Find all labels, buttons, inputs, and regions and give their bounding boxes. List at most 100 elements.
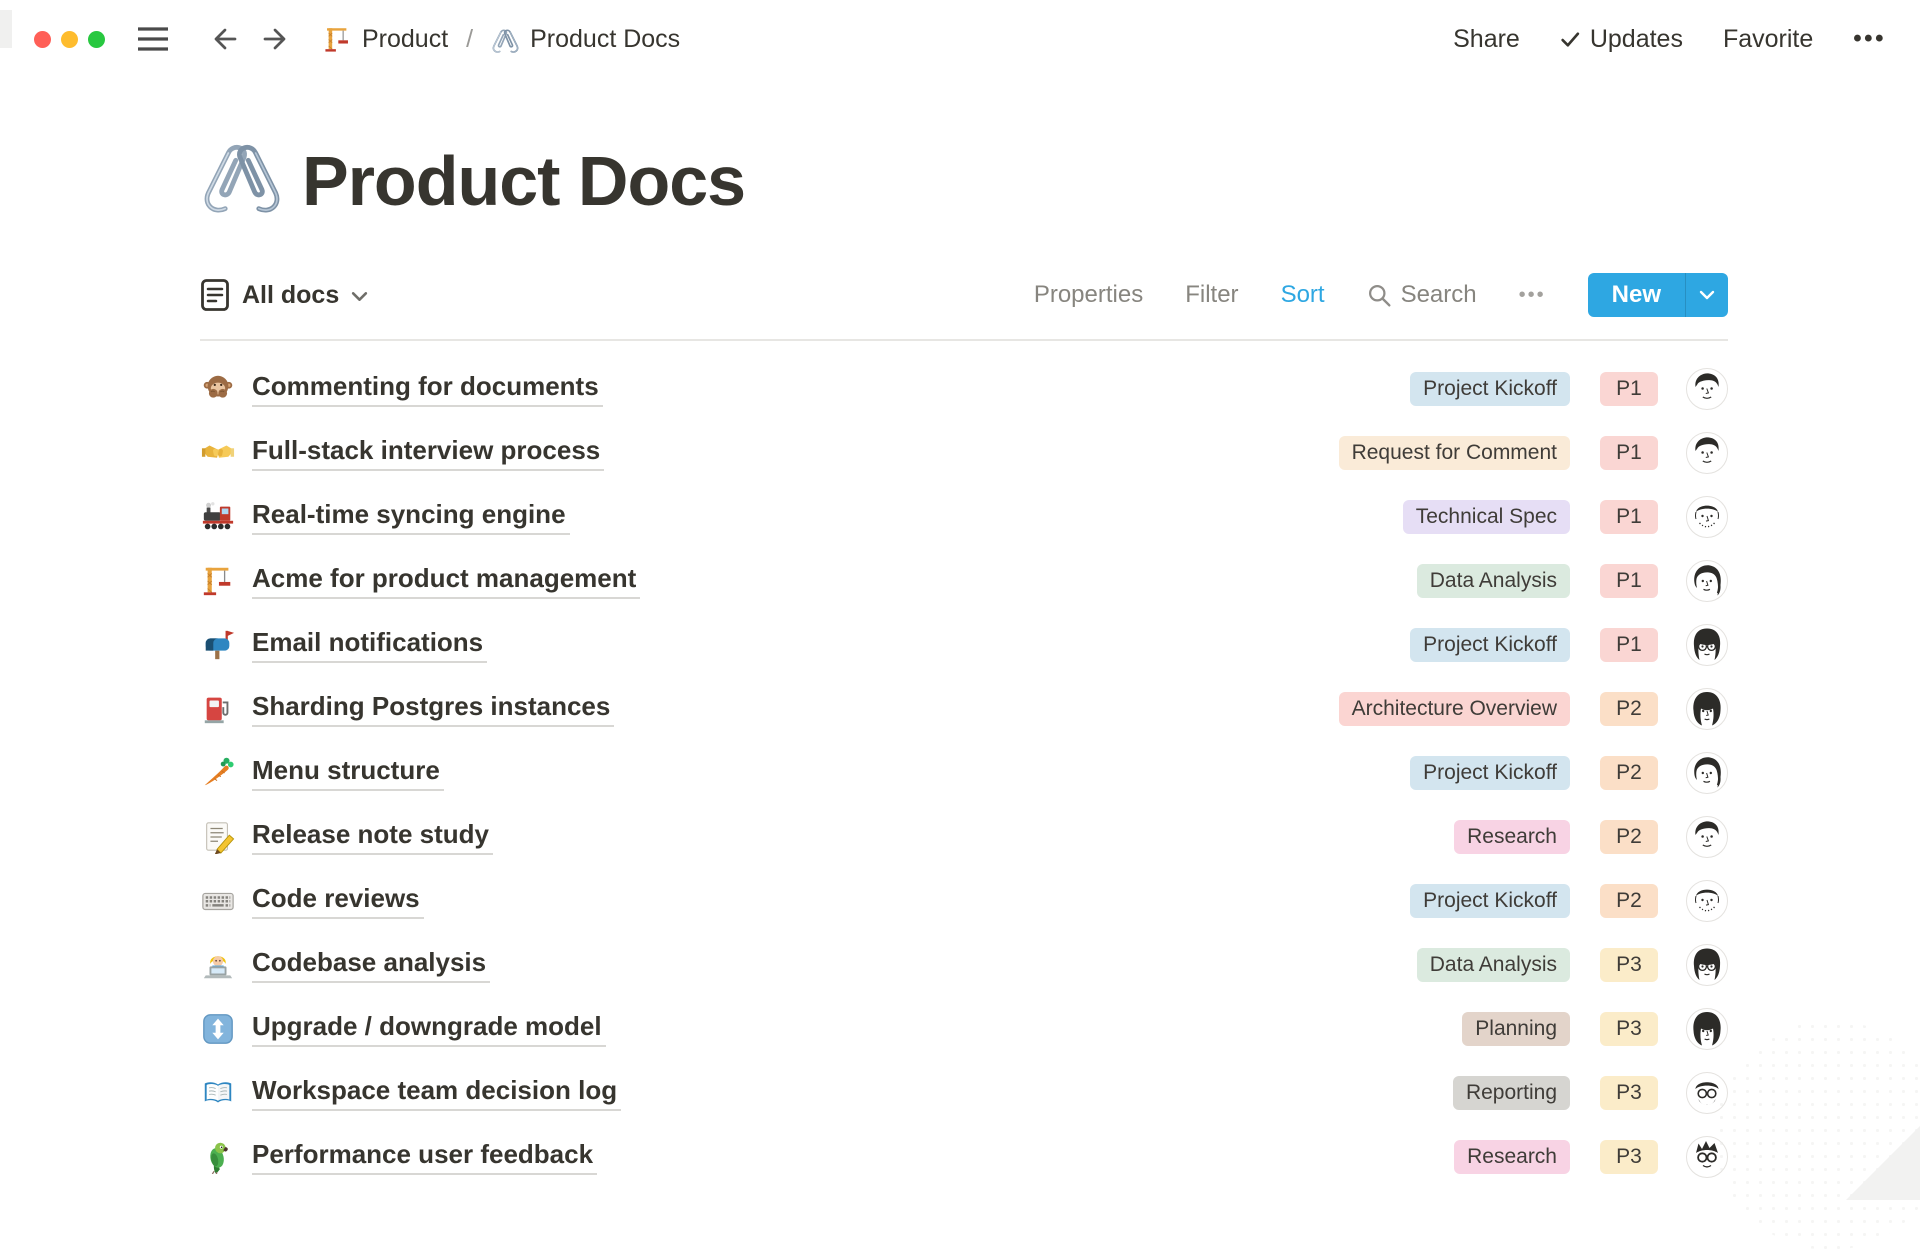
breadcrumb-item-product[interactable]: Product (362, 25, 448, 54)
tag-badge[interactable]: Research (1454, 820, 1570, 854)
avatar[interactable] (1686, 1008, 1728, 1050)
share-button[interactable]: Share (1453, 25, 1520, 54)
breadcrumb-separator: / (458, 25, 481, 54)
check-icon (1560, 30, 1581, 49)
filter-button[interactable]: Filter (1185, 281, 1238, 309)
back-arrow-icon[interactable] (207, 23, 239, 55)
avatar[interactable] (1686, 368, 1728, 410)
more-options-icon[interactable]: ••• (1853, 25, 1886, 53)
doc-title-link[interactable]: Menu structure (252, 755, 444, 791)
sort-button[interactable]: Sort (1281, 281, 1325, 309)
avatar[interactable] (1686, 752, 1728, 794)
tag-badge[interactable]: Architecture Overview (1339, 692, 1570, 726)
tag-badge[interactable]: Project Kickoff (1410, 372, 1570, 406)
doc-title-link[interactable]: Codebase analysis (252, 947, 490, 983)
avatar[interactable] (1686, 560, 1728, 602)
view-switcher[interactable]: All docs (200, 278, 368, 312)
properties-button[interactable]: Properties (1034, 281, 1143, 309)
avatar[interactable] (1686, 688, 1728, 730)
tag-badge[interactable]: Technical Spec (1403, 500, 1570, 534)
priority-badge[interactable]: P3 (1600, 1012, 1658, 1046)
parrot-icon (200, 1139, 236, 1175)
table-row[interactable]: Acme for product management Data Analysi… (200, 549, 1728, 613)
updates-button[interactable]: Updates (1560, 25, 1683, 54)
avatar[interactable] (1686, 432, 1728, 474)
table-row[interactable]: Commenting for documents Project Kickoff… (200, 357, 1728, 421)
updates-label: Updates (1590, 25, 1683, 54)
table-row[interactable]: Workspace team decision log Reporting P3 (200, 1061, 1728, 1125)
priority-badge[interactable]: P3 (1600, 1076, 1658, 1110)
table-row[interactable]: Upgrade / downgrade model Planning P3 (200, 997, 1728, 1061)
view-switcher-label: All docs (242, 281, 339, 310)
window-titlebar: Product / Product Docs Share Updates Fav… (0, 0, 1920, 78)
zoom-window-button[interactable] (88, 31, 105, 48)
table-row[interactable]: Release note study Research P2 (200, 805, 1728, 869)
new-button-dropdown[interactable] (1685, 273, 1728, 317)
sidebar-menu-icon[interactable] (135, 26, 171, 52)
priority-badge[interactable]: P2 (1600, 692, 1658, 726)
page-title[interactable]: Product Docs (302, 145, 745, 219)
breadcrumb: Product / Product Docs (323, 25, 680, 54)
doc-title-link[interactable]: Real-time syncing engine (252, 499, 570, 535)
doc-title-link[interactable]: Code reviews (252, 883, 424, 919)
doc-title-link[interactable]: Upgrade / downgrade model (252, 1011, 606, 1047)
priority-badge[interactable]: P1 (1600, 436, 1658, 470)
doc-title-link[interactable]: Full-stack interview process (252, 435, 604, 471)
priority-badge[interactable]: P2 (1600, 820, 1658, 854)
doc-title-link[interactable]: Performance user feedback (252, 1139, 597, 1175)
avatar[interactable] (1686, 624, 1728, 666)
table-row[interactable]: Codebase analysis Data Analysis P3 (200, 933, 1728, 997)
new-button[interactable]: New (1588, 273, 1685, 317)
table-row[interactable]: Performance user feedback Research P3 (200, 1125, 1728, 1189)
search-icon (1367, 283, 1392, 308)
table-row[interactable]: Full-stack interview process Request for… (200, 421, 1728, 485)
table-row[interactable]: Menu structure Project Kickoff P2 (200, 741, 1728, 805)
priority-badge[interactable]: P1 (1600, 372, 1658, 406)
doc-title-link[interactable]: Release note study (252, 819, 493, 855)
table-row[interactable]: Code reviews Project Kickoff P2 (200, 869, 1728, 933)
priority-badge[interactable]: P3 (1600, 948, 1658, 982)
woman-technologist-icon (200, 947, 236, 983)
priority-badge[interactable]: P3 (1600, 1140, 1658, 1174)
speak-no-evil-monkey-icon (200, 371, 236, 407)
memo-icon (200, 819, 236, 855)
minimize-window-button[interactable] (61, 31, 78, 48)
tag-badge[interactable]: Data Analysis (1417, 564, 1570, 598)
tag-badge[interactable]: Request for Comment (1339, 436, 1570, 470)
close-window-button[interactable] (34, 31, 51, 48)
collection-toolbar: All docs Properties Filter Sort Search •… (200, 272, 1728, 318)
doc-title-link[interactable]: Email notifications (252, 627, 487, 663)
priority-badge[interactable]: P1 (1600, 564, 1658, 598)
doc-title-link[interactable]: Sharding Postgres instances (252, 691, 614, 727)
tag-badge[interactable]: Project Kickoff (1410, 884, 1570, 918)
priority-badge[interactable]: P1 (1600, 628, 1658, 662)
forward-arrow-icon[interactable] (261, 23, 293, 55)
page-icon-linked-paperclips[interactable] (200, 130, 284, 218)
avatar[interactable] (1686, 816, 1728, 858)
tag-badge[interactable]: Project Kickoff (1410, 756, 1570, 790)
search-button[interactable]: Search (1367, 281, 1477, 309)
tag-badge[interactable]: Planning (1462, 1012, 1570, 1046)
table-row[interactable]: Real-time syncing engine Technical Spec … (200, 485, 1728, 549)
tag-badge[interactable]: Reporting (1453, 1076, 1570, 1110)
priority-badge[interactable]: P2 (1600, 756, 1658, 790)
avatar[interactable] (1686, 944, 1728, 986)
doc-list-icon (200, 278, 230, 312)
tag-badge[interactable]: Data Analysis (1417, 948, 1570, 982)
linked-paperclips-icon (491, 25, 520, 54)
table-row[interactable]: Email notifications Project Kickoff P1 (200, 613, 1728, 677)
priority-badge[interactable]: P1 (1600, 500, 1658, 534)
tag-badge[interactable]: Project Kickoff (1410, 628, 1570, 662)
priority-badge[interactable]: P2 (1600, 884, 1658, 918)
favorite-button[interactable]: Favorite (1723, 25, 1813, 54)
avatar[interactable] (1686, 880, 1728, 922)
breadcrumb-item-product-docs[interactable]: Product Docs (530, 25, 680, 54)
tag-badge[interactable]: Research (1454, 1140, 1570, 1174)
toolbar-more-icon[interactable]: ••• (1519, 284, 1546, 307)
doc-title-link[interactable]: Workspace team decision log (252, 1075, 621, 1111)
avatar[interactable] (1686, 496, 1728, 538)
fuel-pump-icon (200, 691, 236, 727)
doc-title-link[interactable]: Commenting for documents (252, 371, 603, 407)
table-row[interactable]: Sharding Postgres instances Architecture… (200, 677, 1728, 741)
doc-title-link[interactable]: Acme for product management (252, 563, 640, 599)
